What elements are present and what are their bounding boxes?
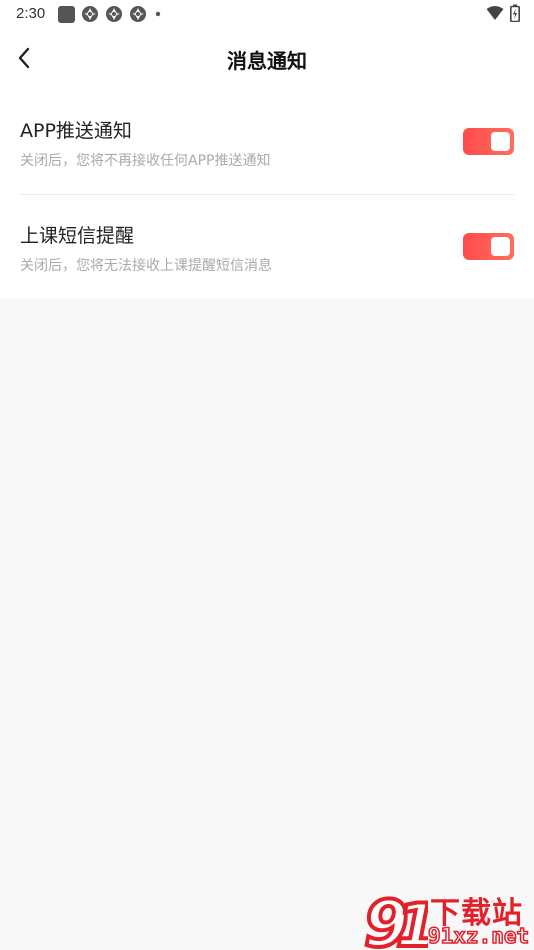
setting-row-class-sms: 上课短信提醒 关闭后，您将无法接收上课提醒短信消息 bbox=[20, 195, 514, 299]
svg-text:1: 1 bbox=[396, 891, 428, 950]
status-bar: 2:30 bbox=[0, 0, 534, 28]
setting-title: 上课短信提醒 bbox=[20, 225, 135, 247]
toggle-knob bbox=[491, 132, 510, 151]
more-notifications-dot-icon bbox=[155, 11, 161, 17]
setting-description: 关闭后，您将无法接收上课提醒短信消息 bbox=[20, 258, 272, 274]
status-time: 2:30 bbox=[16, 5, 46, 22]
battery-icon bbox=[510, 4, 520, 22]
watermark-url: 91xz.net bbox=[427, 923, 530, 949]
content-panel: 2:30 消息通知 APP推送通知 关闭后，您将不再接收任何APP推送通知 上课… bbox=[0, 0, 534, 298]
system-icons bbox=[486, 4, 520, 22]
aperture-icon bbox=[82, 6, 98, 22]
setting-description: 关闭后，您将不再接收任何APP推送通知 bbox=[20, 153, 271, 169]
aperture-icon bbox=[106, 6, 122, 22]
watermark-logo-icon: 9 1 bbox=[362, 888, 428, 950]
app-notification-icon bbox=[58, 5, 75, 23]
aperture-icon bbox=[130, 6, 146, 22]
page-title: 消息通知 bbox=[227, 49, 307, 73]
notification-icons bbox=[58, 5, 163, 23]
setting-row-app-push: APP推送通知 关闭后，您将不再接收任何APP推送通知 bbox=[20, 90, 514, 194]
watermark: 9 1 下载站 91xz.net bbox=[362, 888, 534, 950]
setting-title: APP推送通知 bbox=[20, 120, 132, 142]
header: 消息通知 bbox=[0, 34, 534, 82]
class-sms-toggle[interactable] bbox=[463, 233, 514, 260]
wifi-icon bbox=[486, 6, 504, 20]
toggle-knob bbox=[491, 237, 510, 256]
app-push-toggle[interactable] bbox=[463, 128, 514, 155]
